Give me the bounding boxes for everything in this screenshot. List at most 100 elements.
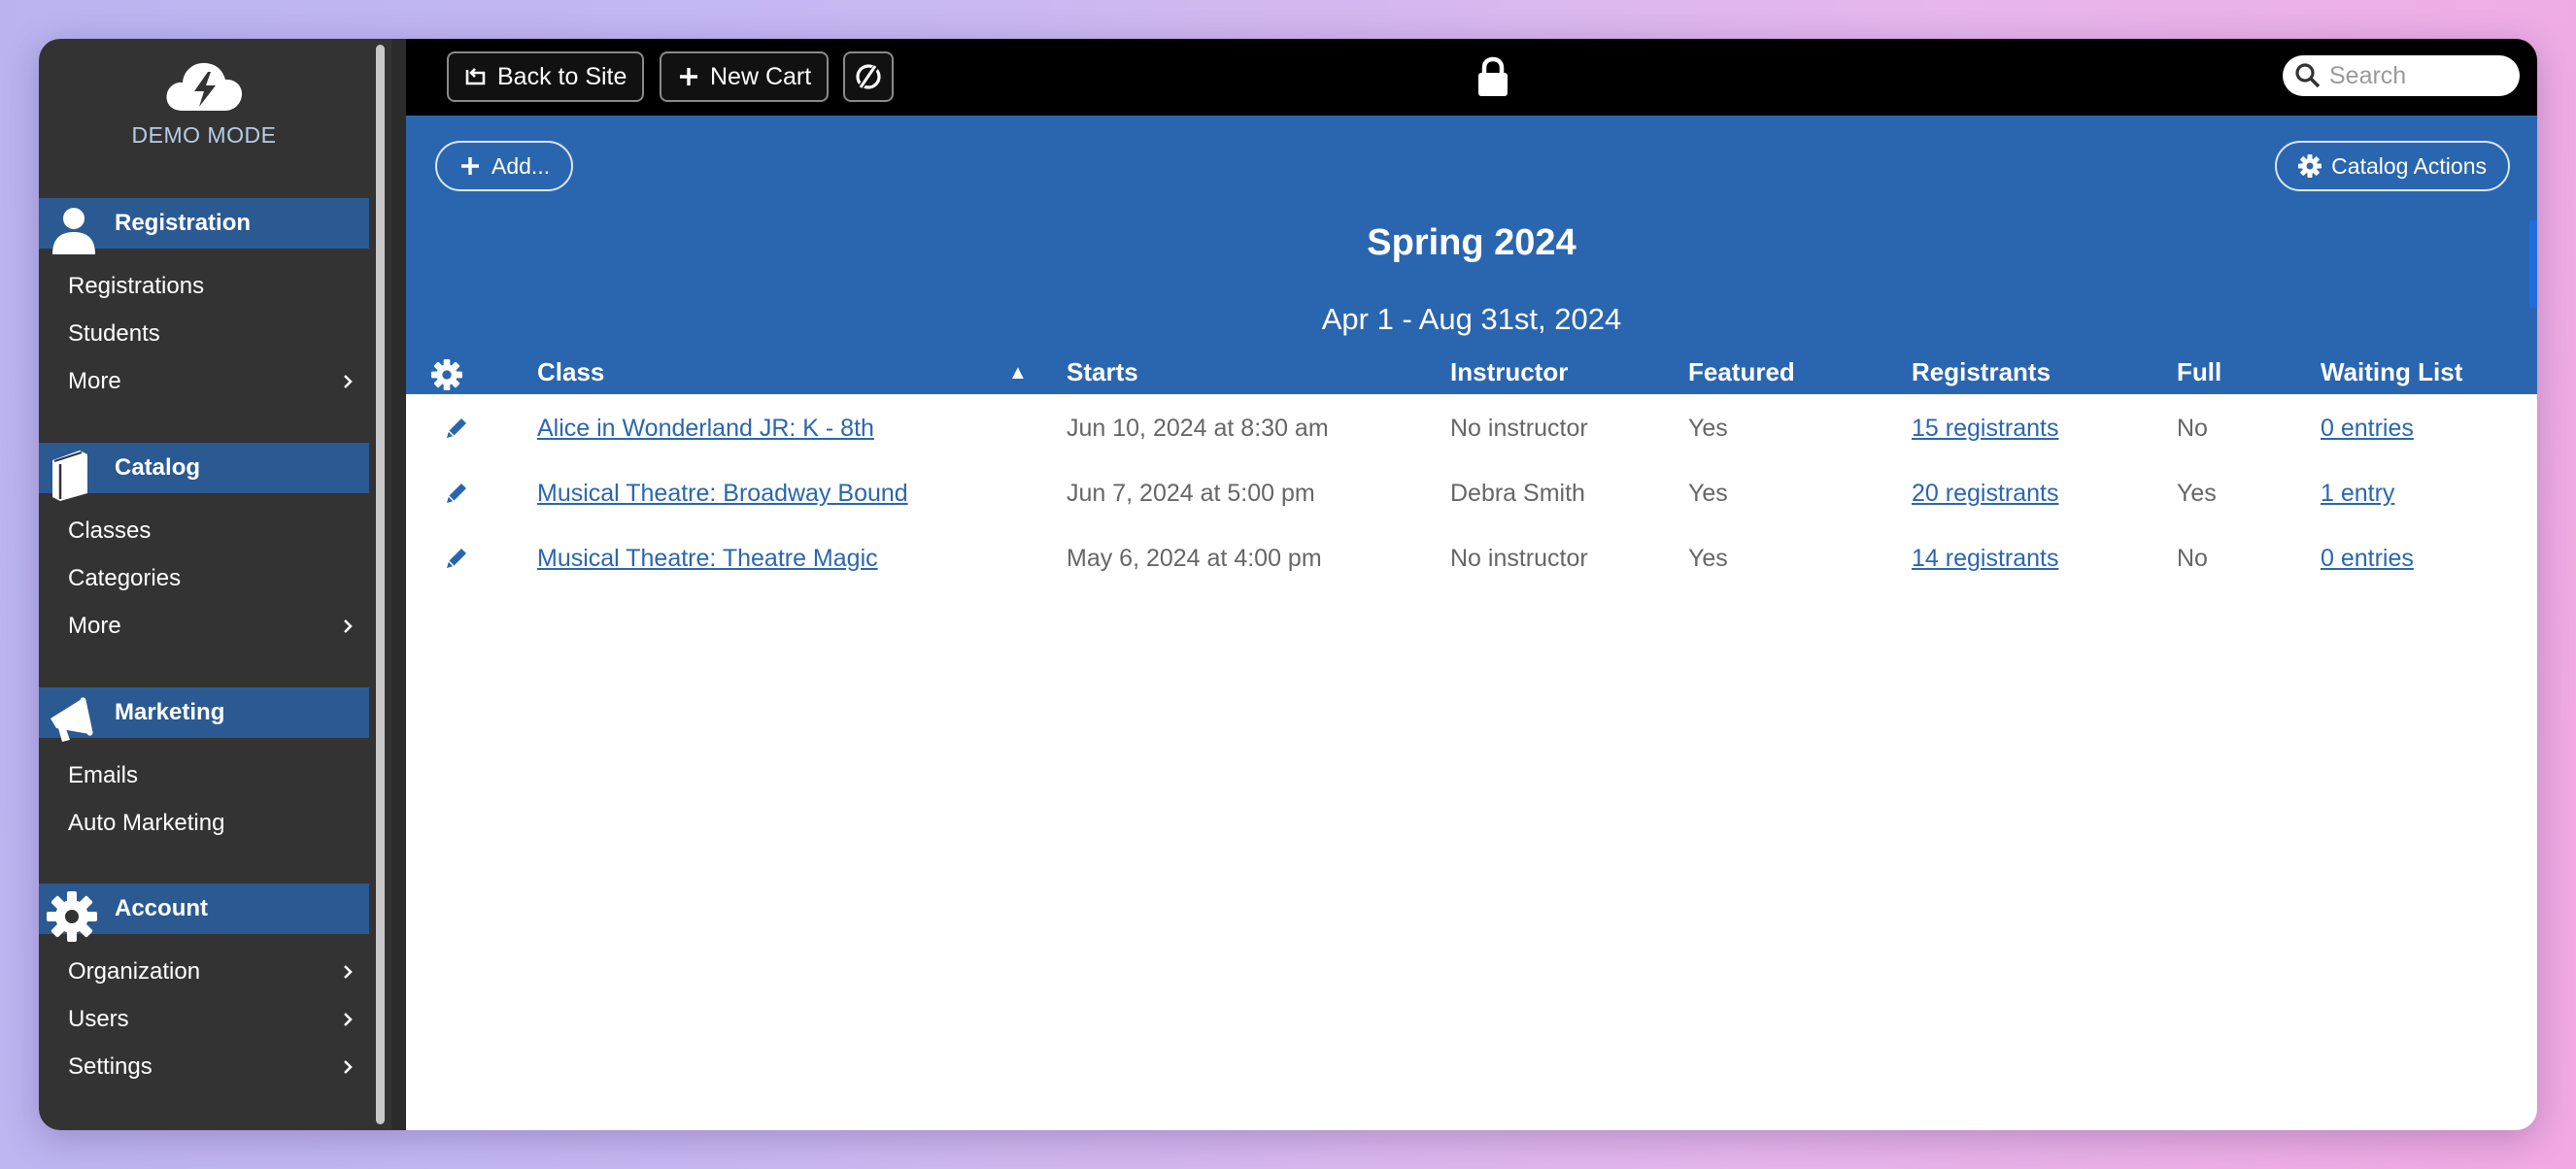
sync-icon xyxy=(856,63,881,90)
back-to-site-button[interactable]: Back to Site xyxy=(447,51,645,102)
chevron-right-icon xyxy=(344,965,353,979)
registrants-link[interactable]: 14 registrants xyxy=(1912,545,2058,572)
full-value: No xyxy=(2177,415,2208,442)
nav-label: Students xyxy=(68,320,160,347)
class-link[interactable]: Musical Theatre: Broadway Bound xyxy=(537,480,908,507)
add-label: Add... xyxy=(491,152,551,179)
nav-label: Users xyxy=(68,1006,129,1032)
nav-label: Registrations xyxy=(68,273,205,299)
nav-label: Auto Marketing xyxy=(68,810,225,836)
class-link[interactable]: Alice in Wonderland JR: K - 8th xyxy=(537,415,874,442)
sidebar-item-users[interactable]: Users xyxy=(39,995,369,1043)
pencil-icon[interactable] xyxy=(443,415,470,442)
sidebar-item-students[interactable]: Students xyxy=(39,310,369,357)
nav-label: More xyxy=(68,368,121,394)
registrants-link[interactable]: 20 registrants xyxy=(1912,480,2058,507)
chevron-right-icon xyxy=(344,375,353,388)
person-icon xyxy=(52,208,95,254)
sidebar-item-organization[interactable]: Organization xyxy=(39,948,369,995)
registrants-link[interactable]: 15 registrants xyxy=(1912,415,2058,442)
pencil-icon[interactable] xyxy=(443,545,470,572)
chevron-right-icon xyxy=(344,619,353,633)
sidebar: DEMO MODE Registration Registrations Stu… xyxy=(39,39,391,1130)
book-icon xyxy=(52,451,87,501)
sidebar-item-settings[interactable]: Settings xyxy=(39,1043,369,1090)
sort-ascending-icon[interactable]: ▲ xyxy=(1008,362,1028,384)
sync-button[interactable] xyxy=(843,51,894,102)
start-date: May 6, 2024 at 4:00 pm xyxy=(1067,545,1322,572)
waiting-list-link[interactable]: 1 entry xyxy=(2321,480,2394,507)
section-header-registration[interactable]: Registration xyxy=(39,198,369,254)
chevron-right-icon xyxy=(344,1013,353,1026)
catalog-actions-button[interactable]: Catalog Actions xyxy=(2275,141,2510,191)
sidebar-section-registration: Registration Registrations Students More xyxy=(39,198,369,405)
chevron-right-icon xyxy=(344,1060,353,1074)
sidebar-scrollbar[interactable] xyxy=(376,45,385,1124)
section-header-marketing[interactable]: Marketing xyxy=(39,687,369,742)
new-cart-button[interactable]: New Cart xyxy=(660,51,830,102)
return-arrow-icon xyxy=(465,68,486,85)
full-value: Yes xyxy=(2177,480,2217,507)
catalog-date-range: Apr 1 - Aug 31st, 2024 xyxy=(1321,302,1622,336)
column-header-registrants[interactable]: Registrants xyxy=(1912,357,2051,387)
gear-icon xyxy=(2298,154,2322,178)
sidebar-item-auto-marketing[interactable]: Auto Marketing xyxy=(39,799,369,847)
table-header: Class ▲ Starts Instructor Featured Regis… xyxy=(406,357,2537,395)
column-header-instructor[interactable]: Instructor xyxy=(1450,357,1568,387)
plus-icon xyxy=(680,68,697,85)
featured-value: Yes xyxy=(1688,480,1728,507)
search-input[interactable] xyxy=(2329,61,2514,90)
settings-gear-icon[interactable] xyxy=(431,359,462,390)
sidebar-item-registration-more[interactable]: More xyxy=(39,357,369,405)
start-date: Jun 10, 2024 at 8:30 am xyxy=(1067,415,1329,442)
new-cart-label: New Cart xyxy=(710,62,812,90)
app-window: DEMO MODE Registration Registrations Stu… xyxy=(39,39,2537,1130)
sidebar-item-catalog-more[interactable]: More xyxy=(39,602,369,650)
nav-label: Organization xyxy=(68,958,201,985)
sidebar-divider xyxy=(391,39,406,1130)
sidebar-item-categories[interactable]: Categories xyxy=(39,554,369,602)
sidebar-item-emails[interactable]: Emails xyxy=(39,752,369,799)
column-header-full[interactable]: Full xyxy=(2177,357,2221,387)
demo-mode-label: DEMO MODE xyxy=(131,122,277,148)
nav-label: Settings xyxy=(68,1053,153,1080)
class-link[interactable]: Musical Theatre: Theatre Magic xyxy=(537,545,878,572)
featured-value: Yes xyxy=(1688,545,1728,572)
instructor-name: No instructor xyxy=(1450,545,1588,572)
nav-label: Categories xyxy=(68,565,182,591)
search-box[interactable] xyxy=(2283,55,2520,96)
section-title: Account xyxy=(115,895,208,921)
waiting-list-link[interactable]: 0 entries xyxy=(2321,545,2414,572)
catalog-title: Spring 2024 xyxy=(1367,222,1576,263)
nav-label: Classes xyxy=(68,518,152,544)
top-bar: Back to Site New Cart xyxy=(406,39,2537,116)
brand: DEMO MODE xyxy=(39,58,369,149)
back-to-site-label: Back to Site xyxy=(497,62,627,90)
table-row: Alice in Wonderland JR: K - 8th Jun 10, … xyxy=(406,395,2537,460)
column-header-class[interactable]: Class xyxy=(537,357,604,387)
catalog-header: Add... Catalog Actions Spring 2024 Apr 1… xyxy=(406,116,2537,394)
section-title: Registration xyxy=(115,210,252,236)
column-header-featured[interactable]: Featured xyxy=(1688,357,1795,387)
catalog-actions-label: Catalog Actions xyxy=(2331,152,2487,179)
column-header-starts[interactable]: Starts xyxy=(1067,357,1138,387)
add-button[interactable]: Add... xyxy=(435,141,574,191)
section-header-catalog[interactable]: Catalog xyxy=(39,443,369,501)
instructor-name: Debra Smith xyxy=(1450,480,1585,507)
nav-label: More xyxy=(68,613,121,639)
pencil-icon[interactable] xyxy=(443,480,470,507)
megaphone-icon xyxy=(51,697,93,742)
full-value: No xyxy=(2177,545,2208,572)
section-title: Marketing xyxy=(115,699,225,725)
section-header-account[interactable]: Account xyxy=(39,884,369,942)
column-header-waiting-list[interactable]: Waiting List xyxy=(2321,357,2462,387)
nav-label: Emails xyxy=(68,762,139,788)
table-row: Musical Theatre: Theatre Magic May 6, 20… xyxy=(406,525,2537,590)
sidebar-item-registrations[interactable]: Registrations xyxy=(39,262,369,310)
waiting-list-link[interactable]: 0 entries xyxy=(2321,415,2414,442)
sidebar-section-account: Account Organization Users Settings xyxy=(39,884,369,1090)
side-tab[interactable] xyxy=(2529,220,2537,308)
classes-table-body: Alice in Wonderland JR: K - 8th Jun 10, … xyxy=(406,395,2537,590)
sidebar-item-classes[interactable]: Classes xyxy=(39,507,369,554)
lock-icon xyxy=(1478,56,1508,96)
